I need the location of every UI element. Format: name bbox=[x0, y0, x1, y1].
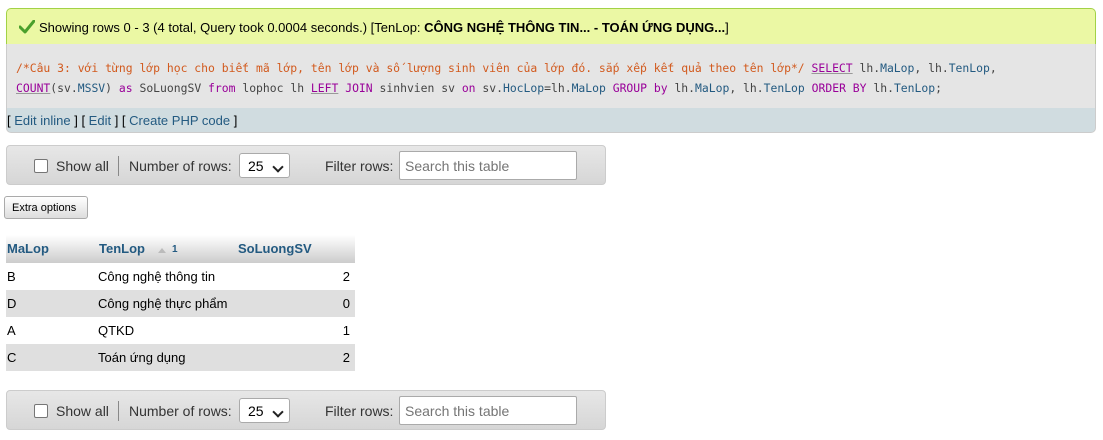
edit-link[interactable]: Edit bbox=[89, 113, 111, 128]
rows-per-page-select[interactable]: 25 bbox=[239, 398, 290, 423]
rows-per-page-select[interactable]: 25 bbox=[239, 153, 290, 178]
show-all-checkbox[interactable] bbox=[34, 159, 48, 173]
sort-ascending-icon bbox=[158, 248, 166, 253]
edit-inline-link[interactable]: Edit inline bbox=[14, 113, 70, 128]
chevron-down-icon bbox=[272, 406, 284, 418]
cell-tenlop: Công nghệ thông tin bbox=[98, 269, 216, 284]
cell-malop: D bbox=[7, 296, 17, 311]
query-actions-bar: [ Edit inline ] [ Edit ] [ Create PHP co… bbox=[6, 108, 1096, 133]
table-row[interactable]: D Công nghệ thực phẩm 0 bbox=[6, 290, 355, 317]
cell-malop: A bbox=[7, 323, 16, 338]
filter-rows-placeholder: Search this table bbox=[405, 403, 510, 419]
results-table: MaLop TenLop 1 SoLuongSV B Công nghệ thô… bbox=[6, 235, 355, 371]
cell-soluongsv: 0 bbox=[342, 296, 350, 311]
filter-rows-label: Filter rows: bbox=[325, 403, 394, 419]
divider bbox=[118, 401, 119, 421]
filter-rows-label: Filter rows: bbox=[325, 158, 394, 174]
table-row[interactable]: B Công nghệ thông tin 2 bbox=[6, 263, 355, 290]
cell-tenlop: QTKD bbox=[98, 323, 135, 338]
cell-tenlop: Toán ứng dụng bbox=[98, 350, 186, 365]
filter-rows-input[interactable]: Search this table bbox=[399, 151, 577, 180]
cell-soluongsv: 2 bbox=[342, 269, 350, 284]
divider bbox=[118, 156, 119, 176]
chevron-down-icon bbox=[272, 161, 284, 173]
filter-rows-input[interactable]: Search this table bbox=[399, 396, 577, 425]
number-of-rows-label: Number of rows: bbox=[129, 158, 232, 174]
cell-soluongsv: 1 bbox=[342, 323, 350, 338]
number-of-rows-label: Number of rows: bbox=[129, 403, 232, 419]
column-header-tenlop[interactable]: TenLop bbox=[99, 241, 145, 256]
sql-comment: /*Câu 3: với từng lớp học cho biết mã lớ… bbox=[16, 61, 805, 75]
sort-order-number: 1 bbox=[172, 244, 178, 255]
cell-soluongsv: 2 bbox=[342, 350, 350, 365]
extra-options-button[interactable]: Extra options bbox=[4, 196, 88, 219]
sql-query-box: /*Câu 3: với từng lớp học cho biết mã lớ… bbox=[6, 44, 1096, 108]
create-php-code-link[interactable]: Create PHP code bbox=[129, 113, 230, 128]
column-header-soluongsv[interactable]: SoLuongSV bbox=[238, 241, 312, 256]
success-text: Showing rows 0 - 3 (4 total, Query took … bbox=[39, 20, 729, 35]
row-range-label: CÔNG NGHỆ THÔNG TIN... - TOÁN ỨNG DỤNG..… bbox=[424, 20, 726, 35]
success-message: Showing rows 0 - 3 (4 total, Query took … bbox=[6, 8, 1096, 44]
checkmark-icon bbox=[19, 20, 35, 34]
table-row[interactable]: C Toán ứng dụng 2 bbox=[6, 344, 355, 371]
show-all-label[interactable]: Show all bbox=[56, 158, 109, 174]
cell-tenlop: Công nghệ thực phẩm bbox=[98, 296, 228, 311]
filter-rows-placeholder: Search this table bbox=[405, 158, 510, 174]
table-navigation-bottom: Show all Number of rows: 25 Filter rows:… bbox=[6, 390, 606, 430]
cell-malop: B bbox=[7, 269, 16, 284]
sql-query: /*Câu 3: với từng lớp học cho biết mã lớ… bbox=[16, 61, 997, 95]
cell-malop: C bbox=[7, 350, 17, 365]
show-all-label[interactable]: Show all bbox=[56, 403, 109, 419]
show-all-checkbox[interactable] bbox=[34, 404, 48, 418]
table-navigation-top: Show all Number of rows: 25 Filter rows:… bbox=[6, 145, 606, 185]
column-header-malop[interactable]: MaLop bbox=[7, 241, 49, 256]
table-row[interactable]: A QTKD 1 bbox=[6, 317, 355, 344]
table-header: MaLop TenLop 1 SoLuongSV bbox=[6, 235, 355, 263]
